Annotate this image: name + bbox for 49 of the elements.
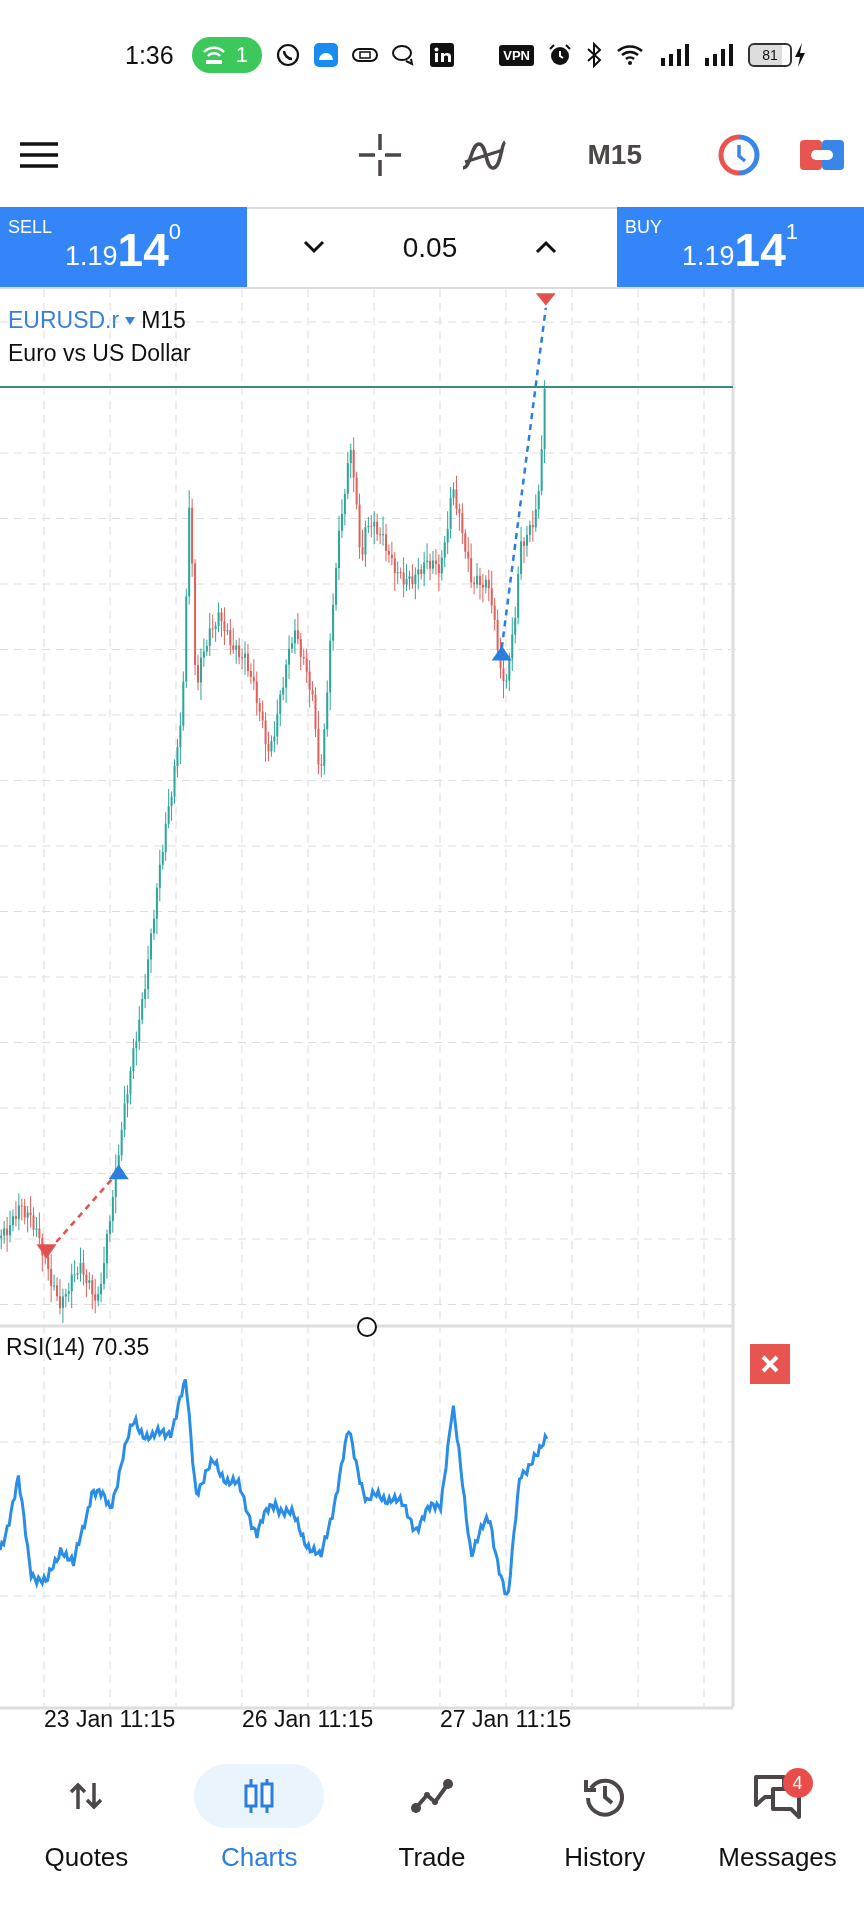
- side-label: BUY: [625, 217, 662, 238]
- timeframe-button[interactable]: M15: [581, 138, 648, 172]
- signal-icon: [704, 43, 734, 67]
- alarm-icon: [548, 43, 572, 67]
- unread-badge: 4: [782, 1768, 813, 1798]
- chat-bubbles-icon: [391, 44, 416, 66]
- buy-arrow-icon: [491, 645, 512, 661]
- menu-icon[interactable]: [20, 141, 58, 169]
- vpn-badge: VPN: [499, 44, 534, 66]
- robot-app-icon: [313, 43, 338, 67]
- side-label: SELL: [8, 217, 53, 238]
- time-label: 26 Jan 11:15: [242, 1706, 374, 1733]
- nav-tab[interactable]: Quotes: [0, 1760, 173, 1920]
- battery-level: 81: [748, 43, 792, 67]
- trade-toggle-icon[interactable]: [800, 140, 844, 170]
- symbol-description: Euro vs US Dollar: [8, 340, 191, 367]
- ticket-icon: [351, 47, 378, 63]
- close-button[interactable]: [750, 1344, 790, 1384]
- signal-icon: [660, 43, 690, 67]
- close-icon: [760, 1354, 780, 1374]
- time-label: 27 Jan 11:15: [440, 1706, 572, 1733]
- nav-tab[interactable]: Charts: [172, 1760, 346, 1920]
- clock-icon[interactable]: [718, 134, 760, 176]
- timeframe-label: M15: [141, 307, 186, 334]
- indicator-icon[interactable]: [460, 138, 507, 172]
- buy-arrow-icon: [108, 1164, 129, 1180]
- crosshair-icon[interactable]: [358, 134, 401, 176]
- clock-time: 1:36: [125, 40, 174, 70]
- indicator-label: RSI(14) 70.35: [6, 1334, 150, 1361]
- nav-tab[interactable]: History: [518, 1760, 692, 1920]
- sell-arrow-icon: [535, 293, 556, 306]
- chevron-up-icon: [535, 239, 557, 254]
- nav-tab[interactable]: Trade: [345, 1760, 519, 1920]
- chevron-down-icon: [303, 239, 325, 254]
- symbol-link[interactable]: EURUSD.r: [8, 307, 120, 334]
- nav-tab[interactable]: 4 Messages: [691, 1760, 864, 1920]
- dropdown-icon[interactable]: [125, 316, 136, 325]
- hotspot-indicator: 1: [191, 37, 262, 73]
- line-chart-icon: [410, 1778, 454, 1814]
- charging-icon: [794, 43, 806, 67]
- sell-arrow-icon: [36, 1244, 57, 1259]
- time-label: 23 Jan 11:15: [44, 1706, 176, 1733]
- up-down-arrows-icon: [69, 1781, 104, 1811]
- volume-value[interactable]: 0.05: [402, 232, 458, 264]
- bluetooth-icon: [586, 42, 602, 68]
- candlestick-icon: [243, 1777, 276, 1815]
- resize-handle[interactable]: [357, 1317, 377, 1337]
- chat-app-icon: [275, 43, 300, 67]
- network-app-icon: [429, 43, 454, 67]
